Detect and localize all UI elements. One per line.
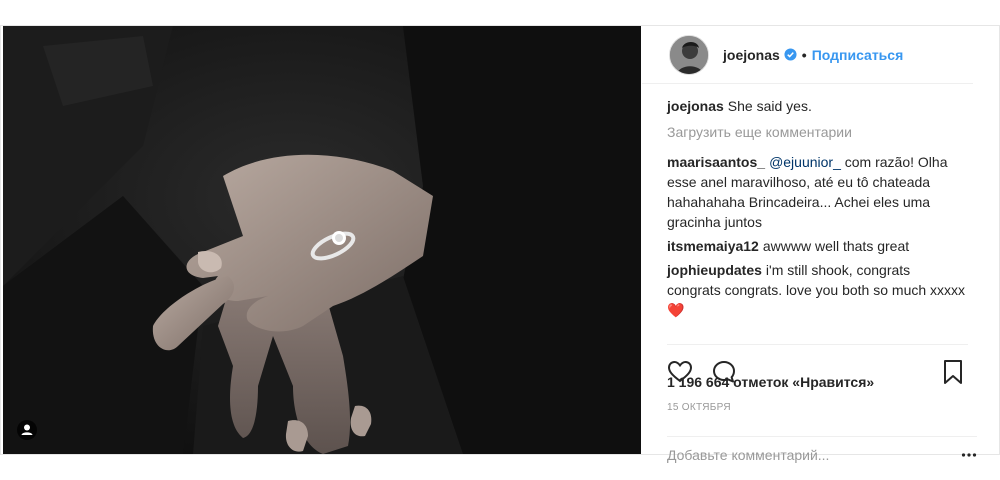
add-comment-bar (667, 436, 977, 472)
instagram-post: joejonas • Подписаться joejonas She said … (0, 25, 1000, 465)
add-comment-input[interactable] (667, 445, 947, 465)
verified-badge-icon (784, 48, 797, 61)
post-sidebar: joejonas • Подписаться joejonas She said … (642, 26, 999, 465)
caption: joejonas She said yes. (667, 96, 967, 116)
header-separator: • (801, 46, 807, 63)
comment-item: itsmemaiya12 awwww well thats great (667, 236, 967, 256)
comment-author[interactable]: itsmemaiya12 (667, 238, 759, 254)
caption-text: She said yes. (727, 98, 812, 114)
comments-list: joejonas She said yes. Загрузить еще комм… (667, 96, 967, 324)
hands-ring-photo (3, 26, 641, 454)
comment-author[interactable]: jophieupdates (667, 262, 762, 278)
header-username[interactable]: joejonas (723, 47, 780, 63)
comment-mention[interactable]: @ejuunior_ (769, 154, 841, 170)
user-tag-icon[interactable] (17, 420, 37, 440)
post-date[interactable]: 15 ОКТЯБРЯ (667, 402, 731, 413)
comment-text: awwww well thats great (762, 238, 910, 254)
avatar[interactable] (669, 34, 709, 75)
comment-item: jophieupdates i'm still shook, congrats c… (667, 260, 967, 320)
post-photo[interactable] (3, 26, 641, 454)
heart-emoji: ❤️ (667, 302, 685, 318)
caption-author[interactable]: joejonas (667, 98, 724, 114)
ellipsis-icon[interactable] (961, 447, 977, 463)
post-header: joejonas • Подписаться (642, 26, 973, 84)
comment-author[interactable]: maarisaantos_ (667, 154, 765, 170)
action-bar (667, 344, 968, 384)
load-more-comments-button[interactable]: Загрузить еще комментарии (667, 122, 967, 142)
comment-item: maarisaantos_ @ejuunior_ com razão! Olha … (667, 152, 967, 232)
likes-count[interactable]: 1 196 664 отметок «Нравится» (667, 374, 874, 390)
follow-button[interactable]: Подписаться (812, 47, 904, 63)
bookmark-icon[interactable] (942, 359, 964, 385)
